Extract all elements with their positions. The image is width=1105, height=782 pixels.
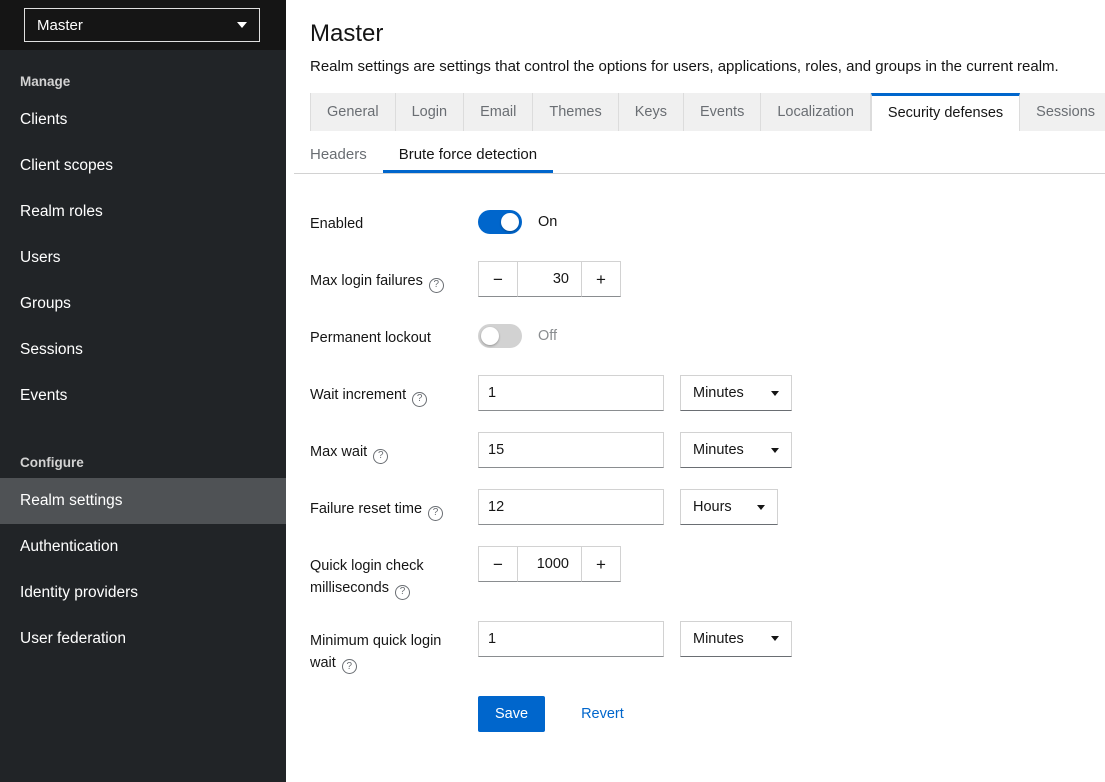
- realm-selector-area: Master: [0, 0, 286, 50]
- tab-localization[interactable]: Localization: [761, 93, 871, 131]
- failure-reset-time-unit-select[interactable]: Hours: [680, 489, 778, 525]
- form-row-failure-reset-time: Failure reset time? Hours: [310, 489, 1105, 525]
- sidebar-item-client-scopes[interactable]: Client scopes: [0, 143, 286, 189]
- enabled-state-label: On: [538, 214, 557, 230]
- decrement-button[interactable]: −: [478, 546, 518, 582]
- tab-email[interactable]: Email: [464, 93, 533, 131]
- app-window: Master Manage Clients Client scopes Real…: [0, 0, 1105, 782]
- help-icon[interactable]: ?: [373, 449, 388, 464]
- save-button[interactable]: Save: [478, 696, 545, 732]
- chevron-down-icon: [771, 391, 779, 396]
- max-login-failures-stepper: − +: [478, 261, 621, 297]
- tab-login[interactable]: Login: [396, 93, 464, 131]
- permanent-lockout-toggle[interactable]: [478, 324, 522, 348]
- selected-unit-label: Minutes: [693, 631, 744, 647]
- form-row-max-wait: Max wait? Minutes: [310, 432, 1105, 468]
- realm-selector-dropdown[interactable]: Master: [24, 8, 260, 42]
- toggle-knob: [501, 213, 519, 231]
- permanent-lockout-label: Permanent lockout: [310, 318, 478, 349]
- nav-section-manage: Manage: [0, 64, 286, 97]
- tab-security-defenses[interactable]: Security defenses: [871, 93, 1020, 131]
- sidebar-item-user-federation[interactable]: User federation: [0, 616, 286, 662]
- brute-force-form: Enabled On Max login failures? −: [286, 174, 1105, 732]
- form-row-wait-increment: Wait increment? Minutes: [310, 375, 1105, 411]
- form-row-enabled: Enabled On: [310, 204, 1105, 240]
- selected-unit-label: Minutes: [693, 385, 744, 401]
- sidebar-item-users[interactable]: Users: [0, 235, 286, 281]
- selected-unit-label: Minutes: [693, 442, 744, 458]
- main-content: Master Realm settings are settings that …: [286, 0, 1105, 782]
- sidebar-item-authentication[interactable]: Authentication: [0, 524, 286, 570]
- help-icon[interactable]: ?: [342, 659, 357, 674]
- help-icon[interactable]: ?: [395, 585, 410, 600]
- form-row-min-quick-login-wait: Minimum quick login wait? Minutes: [310, 621, 1105, 675]
- min-quick-login-wait-unit-select[interactable]: Minutes: [680, 621, 792, 657]
- failure-reset-time-input[interactable]: [478, 489, 664, 525]
- help-icon[interactable]: ?: [429, 278, 444, 293]
- help-icon[interactable]: ?: [412, 392, 427, 407]
- subtab-bar: Headers Brute force detection: [294, 137, 1105, 174]
- increment-button[interactable]: +: [581, 546, 621, 582]
- tab-events[interactable]: Events: [684, 93, 761, 131]
- actions-spacer: [310, 696, 478, 705]
- selected-unit-label: Hours: [693, 499, 732, 515]
- page-title: Master: [310, 20, 1105, 48]
- max-login-failures-label: Max login failures?: [310, 261, 478, 293]
- decrement-button[interactable]: −: [478, 261, 518, 297]
- chevron-down-icon: [237, 22, 247, 28]
- sidebar-nav: Manage Clients Client scopes Realm roles…: [0, 50, 286, 662]
- max-wait-unit-select[interactable]: Minutes: [680, 432, 792, 468]
- sidebar-item-identity-providers[interactable]: Identity providers: [0, 570, 286, 616]
- sidebar: Master Manage Clients Client scopes Real…: [0, 0, 286, 782]
- sidebar-item-groups[interactable]: Groups: [0, 281, 286, 327]
- chevron-down-icon: [771, 448, 779, 453]
- max-login-failures-input[interactable]: [518, 261, 581, 297]
- sidebar-item-realm-settings[interactable]: Realm settings: [0, 478, 286, 524]
- quick-login-check-stepper: − +: [478, 546, 621, 582]
- revert-link[interactable]: Revert: [581, 706, 624, 722]
- tab-themes[interactable]: Themes: [533, 93, 618, 131]
- page-header: Master Realm settings are settings that …: [286, 0, 1105, 75]
- sidebar-item-events[interactable]: Events: [0, 373, 286, 419]
- min-quick-login-wait-label: Minimum quick login wait?: [310, 621, 478, 675]
- subtab-headers[interactable]: Headers: [294, 137, 383, 173]
- sidebar-item-clients[interactable]: Clients: [0, 97, 286, 143]
- wait-increment-input[interactable]: [478, 375, 664, 411]
- failure-reset-time-label: Failure reset time?: [310, 489, 478, 521]
- quick-login-check-input[interactable]: [518, 546, 581, 582]
- tab-bar: General Login Email Themes Keys Events L…: [310, 93, 1105, 131]
- page-description: Realm settings are settings that control…: [310, 58, 1105, 75]
- enabled-label: Enabled: [310, 204, 478, 235]
- permanent-lockout-state-label: Off: [538, 328, 557, 344]
- quick-login-check-label: Quick login check milliseconds?: [310, 546, 478, 600]
- form-row-quick-login-check: Quick login check milliseconds? − +: [310, 546, 1105, 600]
- chevron-down-icon: [757, 505, 765, 510]
- max-wait-input[interactable]: [478, 432, 664, 468]
- tab-general[interactable]: General: [310, 93, 396, 131]
- subtab-brute-force-detection[interactable]: Brute force detection: [383, 137, 553, 173]
- tab-sessions[interactable]: Sessions: [1020, 93, 1105, 131]
- wait-increment-unit-select[interactable]: Minutes: [680, 375, 792, 411]
- form-row-max-login-failures: Max login failures? − +: [310, 261, 1105, 297]
- realm-selector-label: Master: [37, 17, 83, 34]
- increment-button[interactable]: +: [581, 261, 621, 297]
- help-icon[interactable]: ?: [428, 506, 443, 521]
- enabled-toggle[interactable]: [478, 210, 522, 234]
- toggle-knob: [481, 327, 499, 345]
- min-quick-login-wait-input[interactable]: [478, 621, 664, 657]
- wait-increment-label: Wait increment?: [310, 375, 478, 407]
- sidebar-item-realm-roles[interactable]: Realm roles: [0, 189, 286, 235]
- sidebar-item-sessions[interactable]: Sessions: [0, 327, 286, 373]
- chevron-down-icon: [771, 636, 779, 641]
- tab-keys[interactable]: Keys: [619, 93, 684, 131]
- form-row-permanent-lockout: Permanent lockout Off: [310, 318, 1105, 354]
- max-wait-label: Max wait?: [310, 432, 478, 464]
- nav-section-configure: Configure: [0, 445, 286, 478]
- form-actions: Save Revert: [310, 696, 1105, 732]
